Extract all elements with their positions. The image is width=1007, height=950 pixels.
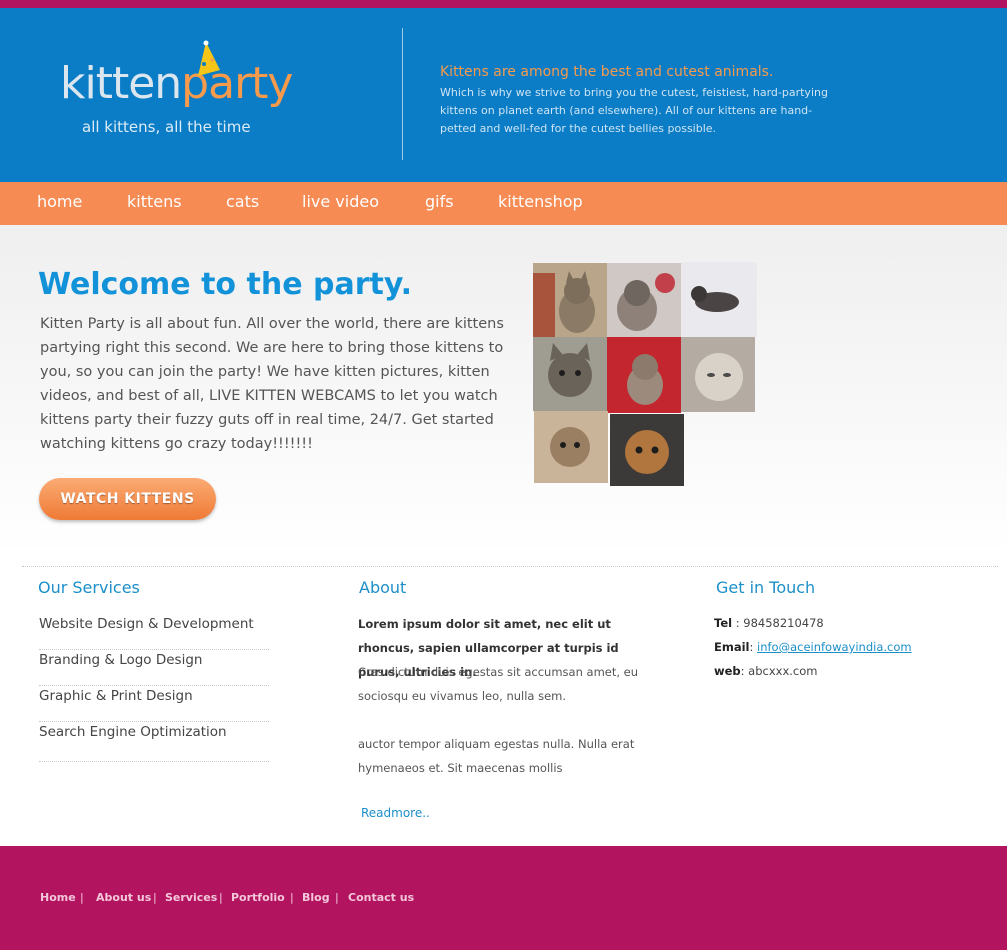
kitten-photo[interactable] xyxy=(607,337,681,413)
nav-item-kittenshop[interactable]: kittenshop xyxy=(498,192,583,211)
site-footer: Home | About us | Services | Portfolio |… xyxy=(0,846,1007,950)
web-label: web xyxy=(714,664,741,678)
footer-link-portfolio[interactable]: Portfolio xyxy=(231,891,285,904)
kitten-photo[interactable] xyxy=(681,262,757,337)
footer-link-home[interactable]: Home xyxy=(40,891,76,904)
email-link[interactable]: info@aceinfowayindia.com xyxy=(757,640,912,654)
footer-separator: | xyxy=(290,891,294,904)
readmore-link[interactable]: Readmore.. xyxy=(361,806,430,820)
service-item[interactable]: Graphic & Print Design xyxy=(39,686,269,722)
contact-email: Email: info@aceinfowayindia.com xyxy=(714,640,912,654)
tel-label: Tel xyxy=(714,616,733,630)
nav-item-kittens[interactable]: kittens xyxy=(127,192,182,211)
watch-kittens-button[interactable]: WATCH KITTENS xyxy=(39,478,216,520)
footer-separator: | xyxy=(335,891,339,904)
service-item-label: Website Design & Development xyxy=(39,616,254,632)
about-paragraph: Cras dictum duis egestas sit accumsan am… xyxy=(358,665,639,703)
kitten-photo[interactable] xyxy=(681,337,755,412)
header-description: Which is why we strive to bring you the … xyxy=(440,86,828,135)
site-header: kittenparty all kittens, all the time Ki… xyxy=(0,8,1007,182)
logo-kitten-text: kitten xyxy=(60,58,182,109)
party-hat-icon xyxy=(198,40,220,76)
service-item[interactable]: Branding & Logo Design xyxy=(39,650,269,686)
contact-web: web: abcxxx.com xyxy=(714,664,818,678)
kitten-photo[interactable] xyxy=(607,263,681,337)
kitten-photo[interactable] xyxy=(533,337,607,411)
logo-wordmark: kittenparty xyxy=(60,56,293,112)
contact-title: Get in Touch xyxy=(716,578,816,597)
footer-separator: | xyxy=(153,891,157,904)
contact-tel: Tel : 98458210478 xyxy=(714,616,824,630)
header-headline: Kittens are among the best and cutest an… xyxy=(440,64,774,80)
about-title: About xyxy=(359,578,407,597)
kitten-photo[interactable] xyxy=(610,414,684,486)
tel-value: : 98458210478 xyxy=(732,616,824,630)
service-item-label: Branding & Logo Design xyxy=(39,652,203,668)
header-divider xyxy=(402,28,403,160)
main-nav: home kittens cats live video gifs kitten… xyxy=(0,182,1007,225)
service-item[interactable]: Website Design & Development xyxy=(39,614,269,650)
services-title: Our Services xyxy=(38,578,140,597)
section-divider xyxy=(22,566,998,567)
nav-item-cats[interactable]: cats xyxy=(226,192,259,211)
hero-title: Welcome to the party. xyxy=(38,267,413,302)
logo-tagline: all kittens, all the time xyxy=(82,118,251,136)
kitten-photo[interactable] xyxy=(533,263,607,337)
service-item[interactable]: Search Engine Optimization xyxy=(39,722,269,762)
web-value: : abcxxx.com xyxy=(740,664,818,678)
nav-item-gifs[interactable]: gifs xyxy=(425,192,454,211)
footer-link-about[interactable]: About us xyxy=(96,891,151,904)
service-item-label: Graphic & Print Design xyxy=(39,688,193,704)
service-item-label: Search Engine Optimization xyxy=(39,724,227,740)
top-accent-strip xyxy=(0,0,1007,8)
footer-link-services[interactable]: Services xyxy=(165,891,217,904)
footer-link-blog[interactable]: Blog xyxy=(302,891,330,904)
hero-section: Welcome to the party. Kitten Party is al… xyxy=(0,225,1007,555)
about-paragraph: auctor tempor aliquam egestas nulla. Nul… xyxy=(358,737,635,775)
footer-link-contact[interactable]: Contact us xyxy=(348,891,414,904)
hero-text: Kitten Party is all about fun. All over … xyxy=(40,316,504,452)
footer-separator: | xyxy=(80,891,84,904)
site-logo[interactable]: kittenparty all kittens, all the time xyxy=(60,40,360,151)
kitten-photo[interactable] xyxy=(534,411,608,483)
email-label: Email xyxy=(714,640,750,654)
footer-separator: | xyxy=(219,891,223,904)
email-separator: : xyxy=(749,640,758,654)
nav-item-live-video[interactable]: live video xyxy=(302,192,379,211)
nav-item-home[interactable]: home xyxy=(37,192,82,211)
